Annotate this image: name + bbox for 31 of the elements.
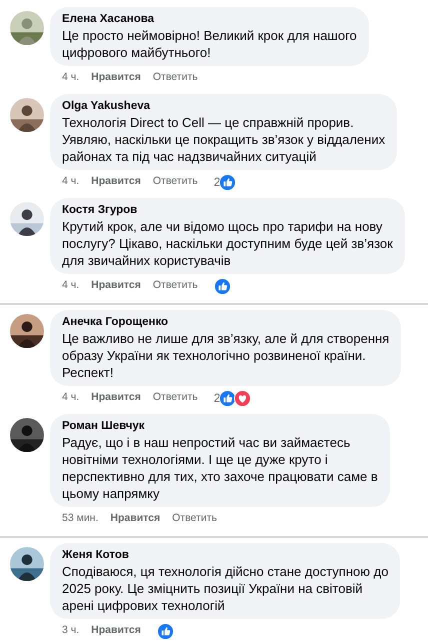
like-link[interactable]: Нравится <box>91 278 141 294</box>
author-name[interactable]: Костя Згуров <box>62 203 393 218</box>
reply-link[interactable]: Ответить <box>152 390 198 406</box>
author-name[interactable]: Роман Шевчук <box>62 419 378 434</box>
timestamp[interactable]: 4 ч. <box>62 278 80 294</box>
reply-link[interactable]: Ответить <box>152 278 198 294</box>
comment-text: Це просто неймовірно! Великий крок для нашого цифрового майбутнього! <box>62 27 357 61</box>
reply-link[interactable]: Ответить <box>172 511 218 527</box>
author-name[interactable]: Анечка Горощенко <box>62 315 390 330</box>
reply-link[interactable]: Ответить <box>152 70 198 86</box>
author-name[interactable]: Женя Котов <box>62 548 388 563</box>
like-link[interactable]: Нравится <box>91 390 141 406</box>
like-link[interactable]: Нравится <box>91 70 141 86</box>
timestamp[interactable]: 53 мин. <box>62 511 98 527</box>
author-name[interactable]: Olga Yakusheva <box>62 99 386 114</box>
comment-text: Радує, що і в наш непростий час ви займаєтесь новітніми технологіями. І ще це дуже круто і перспективно для тих, хто захоче працювати саме в цьому напрямку <box>62 434 378 502</box>
timestamp[interactable]: 4 ч. <box>62 390 80 406</box>
timestamp[interactable]: 4 ч. <box>62 174 80 190</box>
comment-text: Крутий крок, але чи відомо щось про тарифи на нову послугу? Цікаво, наскільки доступним буде цей зв’язок для звичайних користувачів <box>62 218 393 269</box>
reaction-count: 2 <box>214 390 220 407</box>
comment-text: Технологія Direct to Cell — це справжній прорив. Уявляю, наскільки це покращить зв’язок у віддалених районах та під час надзвичайних ситуацій <box>62 114 386 165</box>
like-link[interactable]: Нравится <box>91 174 141 190</box>
comment-text: Це важливо не лише для зв’язку, але й для створення образу України як технологічно розвиненої країни. Респект! <box>62 330 390 381</box>
reaction-count: 2 <box>214 174 220 191</box>
comment-text: Сподіваюся, ця технологія дійсно стане доступною до 2025 року. Це зміцнить позиції України на світовій арені цифрових технологій <box>62 563 388 614</box>
like-link[interactable]: Нравится <box>110 511 160 527</box>
timestamp[interactable]: 4 ч. <box>62 70 80 86</box>
author-name[interactable]: Елена Хасанова <box>62 12 357 27</box>
timestamp[interactable]: 3 ч. <box>62 623 80 639</box>
reply-link[interactable]: Ответить <box>152 174 198 190</box>
like-link[interactable]: Нравится <box>91 623 141 639</box>
